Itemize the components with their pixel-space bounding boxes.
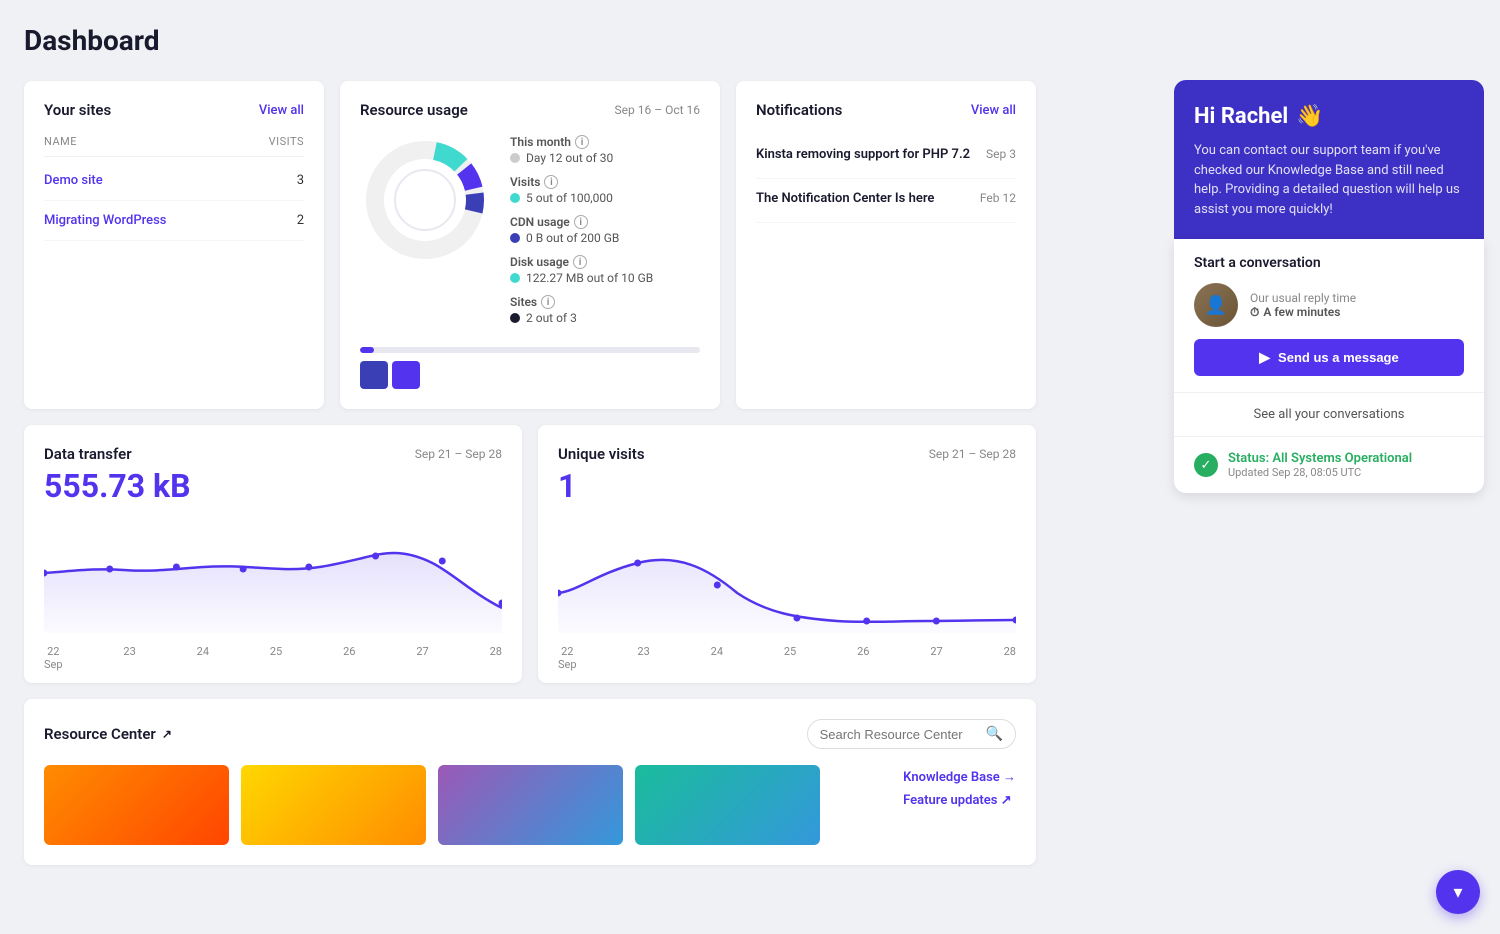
site-link-migrating[interactable]: Migrating WordPress xyxy=(44,213,166,228)
bar-block xyxy=(360,361,388,389)
thumbnail-3[interactable] xyxy=(438,765,623,845)
info-icon-cdn[interactable]: i xyxy=(574,215,588,229)
site-visits-migrating: 2 xyxy=(297,213,304,228)
data-transfer-card: Data transfer Sep 21 – Sep 28 555.73 kB xyxy=(24,425,522,683)
col-name: NAME xyxy=(44,135,77,148)
sites-view-all-link[interactable]: View all xyxy=(259,103,304,118)
chevron-down-icon: ▾ xyxy=(1453,882,1462,903)
dot-disk xyxy=(510,273,520,283)
site-link-demo[interactable]: Demo site xyxy=(44,173,103,188)
resource-card-title: Resource usage xyxy=(360,101,468,119)
sites-card-title: Your sites xyxy=(44,101,111,119)
status-section: ✓ Status: All Systems Operational Update… xyxy=(1174,437,1484,493)
stat-cdn: CDN usage i 0 B out of 200 GB xyxy=(510,215,700,245)
dot-visits xyxy=(510,193,520,203)
data-transfer-labels: 22Sep 23 24 25 26 27 28 xyxy=(44,645,502,671)
agent-row: 👤 Our usual reply time ⏱A few minutes xyxy=(1194,283,1464,327)
unique-visits-card: Unique visits Sep 21 – Sep 28 1 xyxy=(538,425,1036,683)
page-title: Dashboard xyxy=(24,24,1036,57)
resource-usage-card: Resource usage Sep 16 – Oct 16 xyxy=(340,81,720,409)
data-transfer-date: Sep 21 – Sep 28 xyxy=(415,447,502,461)
resource-center-title: Resource Center ↗ xyxy=(44,725,172,743)
feature-updates-link[interactable]: Feature updates ↗ xyxy=(903,793,1016,808)
site-row: Demo site 3 xyxy=(44,161,304,201)
support-card-body: Start a conversation 👤 Our usual reply t… xyxy=(1174,239,1484,493)
conversation-title: Start a conversation xyxy=(1194,255,1464,271)
resource-center-links: Knowledge Base → Feature updates ↗ xyxy=(903,765,1016,808)
notif-title-1: Kinsta removing support for PHP 7.2 xyxy=(756,147,970,162)
info-icon-sites[interactable]: i xyxy=(541,295,555,309)
stat-this-month: This month i Day 12 out of 30 xyxy=(510,135,700,165)
stat-visits: Visits i 5 out of 100,000 xyxy=(510,175,700,205)
unique-visits-title: Unique visits xyxy=(558,445,645,463)
status-text: Status: All Systems Operational xyxy=(1228,451,1412,466)
unique-visits-labels: 22Sep 23 24 25 26 27 28 xyxy=(558,645,1016,671)
notif-date-1: Sep 3 xyxy=(986,147,1016,161)
notif-title-2: The Notification Center Is here xyxy=(756,191,934,206)
collapse-button[interactable]: ▾ xyxy=(1436,870,1480,914)
external-link-icon: ↗ xyxy=(162,727,172,741)
sites-card: Your sites View all NAME VISITS Demo sit… xyxy=(24,81,324,409)
knowledge-base-link[interactable]: Knowledge Base → xyxy=(903,769,1016,785)
unique-visits-date: Sep 21 – Sep 28 xyxy=(929,447,1016,461)
bar-block xyxy=(392,361,420,389)
agent-avatar: 👤 xyxy=(1194,283,1238,327)
dot-sites xyxy=(510,313,520,323)
wave-emoji: 👋 xyxy=(1296,104,1323,129)
notifications-card: Notifications View all Kinsta removing s… xyxy=(736,81,1036,409)
unique-visits-chart xyxy=(558,513,1016,633)
resource-center-card: Resource Center ↗ 🔍 Knowledge Base → Fea… xyxy=(24,699,1036,865)
send-icon: ▶ xyxy=(1259,349,1270,366)
resource-center-thumbnails xyxy=(44,765,820,845)
support-greeting: Hi Rachel 👋 xyxy=(1194,104,1464,129)
data-transfer-title: Data transfer xyxy=(44,445,132,463)
conversation-section: Start a conversation 👤 Our usual reply t… xyxy=(1174,239,1484,393)
support-panel: Hi Rachel 👋 You can contact our support … xyxy=(1174,80,1484,493)
support-card-header: Hi Rachel 👋 You can contact our support … xyxy=(1174,80,1484,239)
data-transfer-chart xyxy=(44,513,502,633)
site-row: Migrating WordPress 2 xyxy=(44,201,304,241)
stat-disk: Disk usage i 122.27 MB out of 10 GB xyxy=(510,255,700,285)
info-icon-visits[interactable]: i xyxy=(544,175,558,189)
search-icon: 🔍 xyxy=(986,726,1003,742)
see-all-conversations-link[interactable]: See all your conversations xyxy=(1174,393,1484,437)
status-updated: Updated Sep 28, 08:05 UTC xyxy=(1228,466,1412,479)
notifications-title: Notifications xyxy=(756,101,842,119)
reply-time-label: Our usual reply time xyxy=(1250,291,1356,305)
send-message-button[interactable]: ▶ Send us a message xyxy=(1194,339,1464,376)
data-transfer-value: 555.73 kB xyxy=(44,467,502,505)
site-visits-demo: 3 xyxy=(297,173,304,188)
reply-time-value: ⏱A few minutes xyxy=(1250,305,1356,320)
notifications-view-all-link[interactable]: View all xyxy=(971,103,1016,118)
resource-center-search-box[interactable]: 🔍 xyxy=(807,719,1016,749)
thumbnail-1[interactable] xyxy=(44,765,229,845)
donut-chart xyxy=(360,135,490,265)
sites-table-header: NAME VISITS xyxy=(44,135,304,157)
info-icon-month[interactable]: i xyxy=(575,135,589,149)
dot-cdn xyxy=(510,233,520,243)
notification-item: The Notification Center Is here Feb 12 xyxy=(756,179,1016,223)
col-visits: VISITS xyxy=(269,135,304,148)
thumbnail-4[interactable] xyxy=(635,765,820,845)
resource-stats: This month i Day 12 out of 30 Visits i xyxy=(510,135,700,335)
unique-visits-value: 1 xyxy=(558,467,1016,505)
resource-center-search-input[interactable] xyxy=(820,727,980,742)
resource-date-range: Sep 16 – Oct 16 xyxy=(615,103,700,117)
notif-date-2: Feb 12 xyxy=(980,191,1016,205)
dot-month xyxy=(510,153,520,163)
progress-bars xyxy=(360,347,700,389)
support-description: You can contact our support team if you'… xyxy=(1194,141,1464,219)
stat-sites: Sites i 2 out of 3 xyxy=(510,295,700,325)
thumbnail-2[interactable] xyxy=(241,765,426,845)
notification-item: Kinsta removing support for PHP 7.2 Sep … xyxy=(756,135,1016,179)
status-check-icon: ✓ xyxy=(1194,453,1218,477)
info-icon-disk[interactable]: i xyxy=(573,255,587,269)
